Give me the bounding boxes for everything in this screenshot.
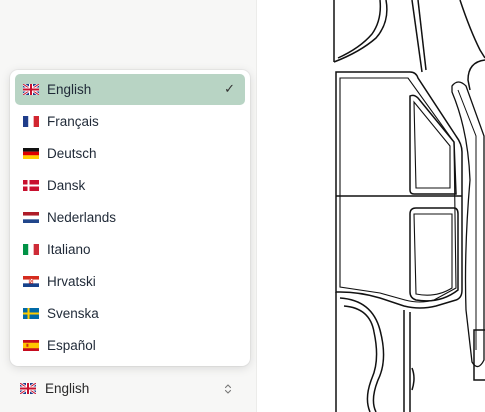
denmark-flag-icon (23, 180, 39, 191)
language-option-label: Nederlands (47, 210, 117, 225)
map-canvas[interactable] (257, 0, 485, 412)
language-option-label: Français (47, 114, 99, 129)
uk-flag-icon (20, 383, 36, 394)
language-option-deutsch[interactable]: Deutsch (15, 138, 245, 169)
language-option-english[interactable]: English ✓ (15, 74, 245, 105)
floor-plan-drawing (333, 0, 485, 412)
language-option-hrvatski[interactable]: Hrvatski (15, 266, 245, 297)
language-option-label: Hrvatski (47, 274, 96, 289)
language-select[interactable]: English (12, 376, 244, 402)
language-option-francais[interactable]: Français (15, 106, 245, 137)
netherlands-flag-icon (23, 212, 39, 223)
chevron-up-down-icon (224, 382, 232, 400)
language-option-label: Italiano (47, 242, 91, 257)
language-option-label: Svenska (47, 306, 99, 321)
sidebar: English ✓ Français Deutsch Dansk Nederla… (0, 0, 257, 412)
language-option-label: Español (47, 338, 96, 353)
france-flag-icon (23, 116, 39, 127)
language-menu: English ✓ Français Deutsch Dansk Nederla… (10, 70, 250, 366)
language-option-label: English (47, 82, 92, 97)
germany-flag-icon (23, 148, 39, 159)
language-option-nederlands[interactable]: Nederlands (15, 202, 245, 233)
uk-flag-icon (23, 84, 39, 95)
italy-flag-icon (23, 244, 39, 255)
language-option-espanol[interactable]: Español (15, 330, 245, 361)
language-option-label: Dansk (47, 178, 86, 193)
check-icon: ✓ (224, 81, 235, 96)
language-option-label: Deutsch (47, 146, 97, 161)
croatia-flag-icon (23, 276, 39, 287)
spain-flag-icon (23, 340, 39, 351)
language-option-italiano[interactable]: Italiano (15, 234, 245, 265)
language-option-svenska[interactable]: Svenska (15, 298, 245, 329)
sweden-flag-icon (23, 308, 39, 319)
language-select-value: English (45, 381, 90, 396)
language-option-dansk[interactable]: Dansk (15, 170, 245, 201)
